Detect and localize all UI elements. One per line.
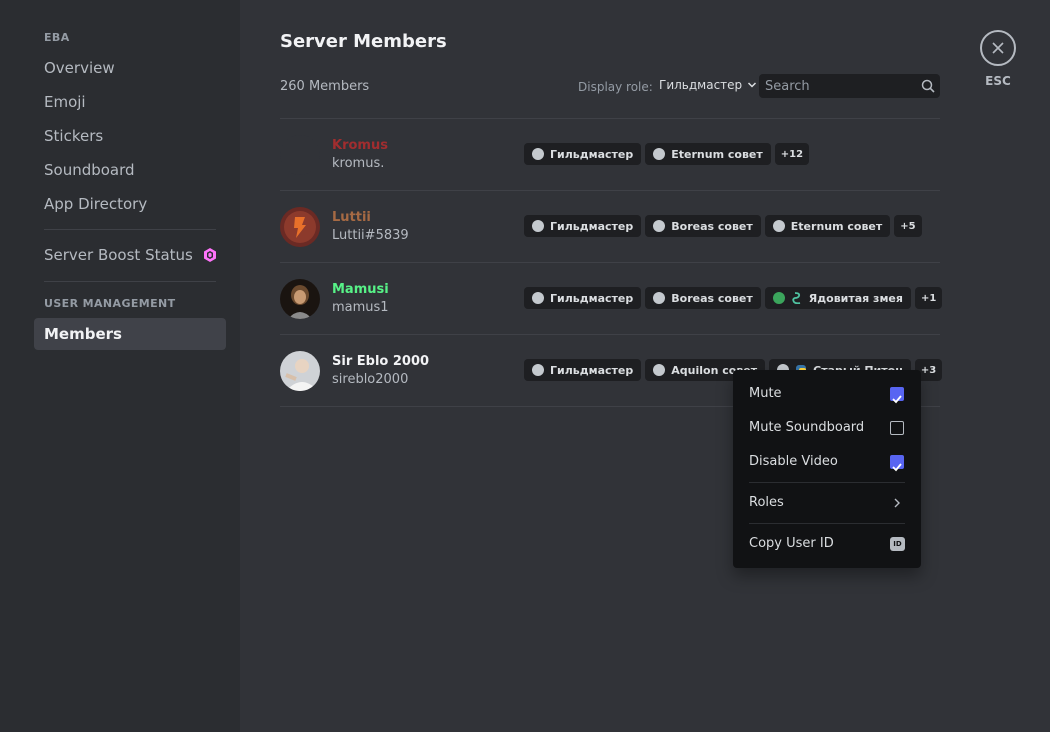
member-username: sireblo2000 <box>332 372 409 387</box>
sidebar-divider <box>44 229 216 230</box>
role-label: Eternum совет <box>790 219 883 233</box>
id-icon: ID <box>890 537 905 551</box>
role-color-dot <box>653 148 666 160</box>
role-chip[interactable]: Eternum совет <box>645 143 771 165</box>
avatar <box>280 279 320 319</box>
checkmark-icon <box>892 395 902 404</box>
menu-item-label: Disable Video <box>749 454 838 469</box>
role-chip[interactable]: Гильдмастер <box>524 215 642 237</box>
display-role-value: Гильдмастер <box>659 78 743 92</box>
role-color-dot <box>532 220 544 232</box>
checkbox-unchecked[interactable] <box>890 421 904 435</box>
sidebar-item-label: Server Boost Status <box>44 246 193 264</box>
menu-item-label: Copy User ID <box>749 536 834 551</box>
checkbox-checked[interactable] <box>890 387 904 404</box>
server-name-heading: EBA <box>44 31 70 44</box>
role-chip[interactable]: Гильдмастер <box>524 143 642 165</box>
member-username: Luttii#5839 <box>332 228 409 243</box>
role-chip[interactable]: Гильдмастер <box>524 359 642 381</box>
role-color-dot <box>532 364 544 376</box>
user-management-heading: USER MANAGEMENT <box>44 297 176 310</box>
avatar <box>280 207 320 247</box>
role-color-dot <box>653 364 666 376</box>
nitro-boost-gem-icon <box>204 248 216 262</box>
role-chip[interactable]: Boreas совет <box>645 215 761 237</box>
search-icon <box>921 79 935 93</box>
snake-icon <box>792 292 800 304</box>
menu-item-label: Mute Soundboard <box>749 420 865 435</box>
role-chip[interactable]: Eternum совет <box>764 215 891 237</box>
more-roles-chip[interactable]: +5 <box>894 215 922 237</box>
member-username: kromus. <box>332 156 385 171</box>
members-panel: Server Members 260 Members Display role:… <box>240 0 1050 732</box>
role-label: Гильдмастер <box>550 291 634 305</box>
role-label: Boreas совет <box>671 291 753 305</box>
sidebar-item-server-boost-status[interactable]: Server Boost Status <box>34 239 226 271</box>
menu-item-mute-soundboard[interactable]: Mute Soundboard <box>741 412 913 444</box>
role-color-dot <box>532 148 544 160</box>
role-chip[interactable]: Boreas совет <box>645 287 761 309</box>
menu-divider <box>749 482 905 483</box>
role-label: Гильдмастер <box>550 363 634 377</box>
menu-item-label: Roles <box>749 495 784 510</box>
display-role-label: Display role: <box>578 80 653 94</box>
close-settings-button[interactable]: ESC <box>980 30 1016 88</box>
role-label: Eternum совет <box>671 147 763 161</box>
member-count: 260 Members <box>280 79 370 94</box>
sidebar-item-stickers[interactable]: Stickers <box>34 120 226 152</box>
role-chip[interactable]: Ядовитая змея <box>764 287 911 309</box>
menu-divider <box>749 523 905 524</box>
member-roles: Гильдмастер Boreas совет Ядовитая змея +… <box>524 287 943 309</box>
role-chip[interactable]: Гильдмастер <box>524 287 642 309</box>
role-label: Гильдмастер <box>550 219 634 233</box>
member-row[interactable]: Mamusi mamus1 Гильдмастер Boreas совет Я… <box>280 263 943 335</box>
search-input[interactable] <box>765 74 915 98</box>
avatar <box>280 135 320 175</box>
close-circle <box>980 30 1016 66</box>
member-display-name: Sir Eblo 2000 <box>332 354 430 369</box>
member-display-name: Mamusi <box>332 282 389 297</box>
member-roles: Гильдмастер Eternum совет +12 <box>524 143 810 165</box>
sidebar-item-app-directory[interactable]: App Directory <box>34 188 226 220</box>
settings-sidebar: EBA Overview Emoji Stickers Soundboard A… <box>0 0 240 732</box>
role-color-dot <box>532 292 544 304</box>
role-color-dot <box>653 292 666 304</box>
checkmark-icon <box>892 463 902 472</box>
menu-item-mute[interactable]: Mute <box>741 378 913 410</box>
member-row[interactable]: Kromus kromus. Гильдмастер Eternum совет… <box>280 119 940 191</box>
role-color-dot <box>772 220 785 232</box>
page-title: Server Members <box>280 31 447 52</box>
member-roles: Гильдмастер Boreas совет Eternum совет +… <box>524 215 922 237</box>
more-roles-chip[interactable]: +12 <box>774 143 810 165</box>
sidebar-item-overview[interactable]: Overview <box>34 52 226 84</box>
menu-item-copy-user-id[interactable]: Copy User ID ID <box>741 528 913 560</box>
member-row[interactable]: Luttii Luttii#5839 Гильдмастер Boreas со… <box>280 191 940 263</box>
display-role-select[interactable]: Гильдмастер <box>659 78 757 92</box>
close-icon <box>992 42 1004 54</box>
chevron-right-icon <box>894 498 900 508</box>
menu-item-roles[interactable]: Roles <box>741 487 913 519</box>
role-label: Boreas совет <box>671 219 753 233</box>
avatar <box>280 351 320 391</box>
sidebar-divider <box>44 281 216 282</box>
member-context-menu: Mute Mute Soundboard Disable Video Roles… <box>733 370 921 568</box>
esc-label: ESC <box>985 74 1011 88</box>
role-label: Ядовитая змея <box>808 291 903 305</box>
role-color-dot <box>653 220 666 232</box>
member-display-name: Kromus <box>332 138 388 153</box>
chevron-down-icon <box>748 82 757 88</box>
search-field <box>759 74 940 98</box>
sidebar-item-members[interactable]: Members <box>34 318 226 350</box>
role-color-dot <box>772 292 785 304</box>
more-roles-chip[interactable]: +1 <box>914 287 943 309</box>
sidebar-item-soundboard[interactable]: Soundboard <box>34 154 226 186</box>
menu-item-label: Mute <box>749 386 782 401</box>
menu-item-disable-video[interactable]: Disable Video <box>741 446 913 478</box>
sidebar-item-emoji[interactable]: Emoji <box>34 86 226 118</box>
checkbox-checked[interactable] <box>890 455 904 472</box>
member-display-name: Luttii <box>332 210 371 225</box>
role-label: Гильдмастер <box>550 147 634 161</box>
member-username: mamus1 <box>332 300 389 315</box>
